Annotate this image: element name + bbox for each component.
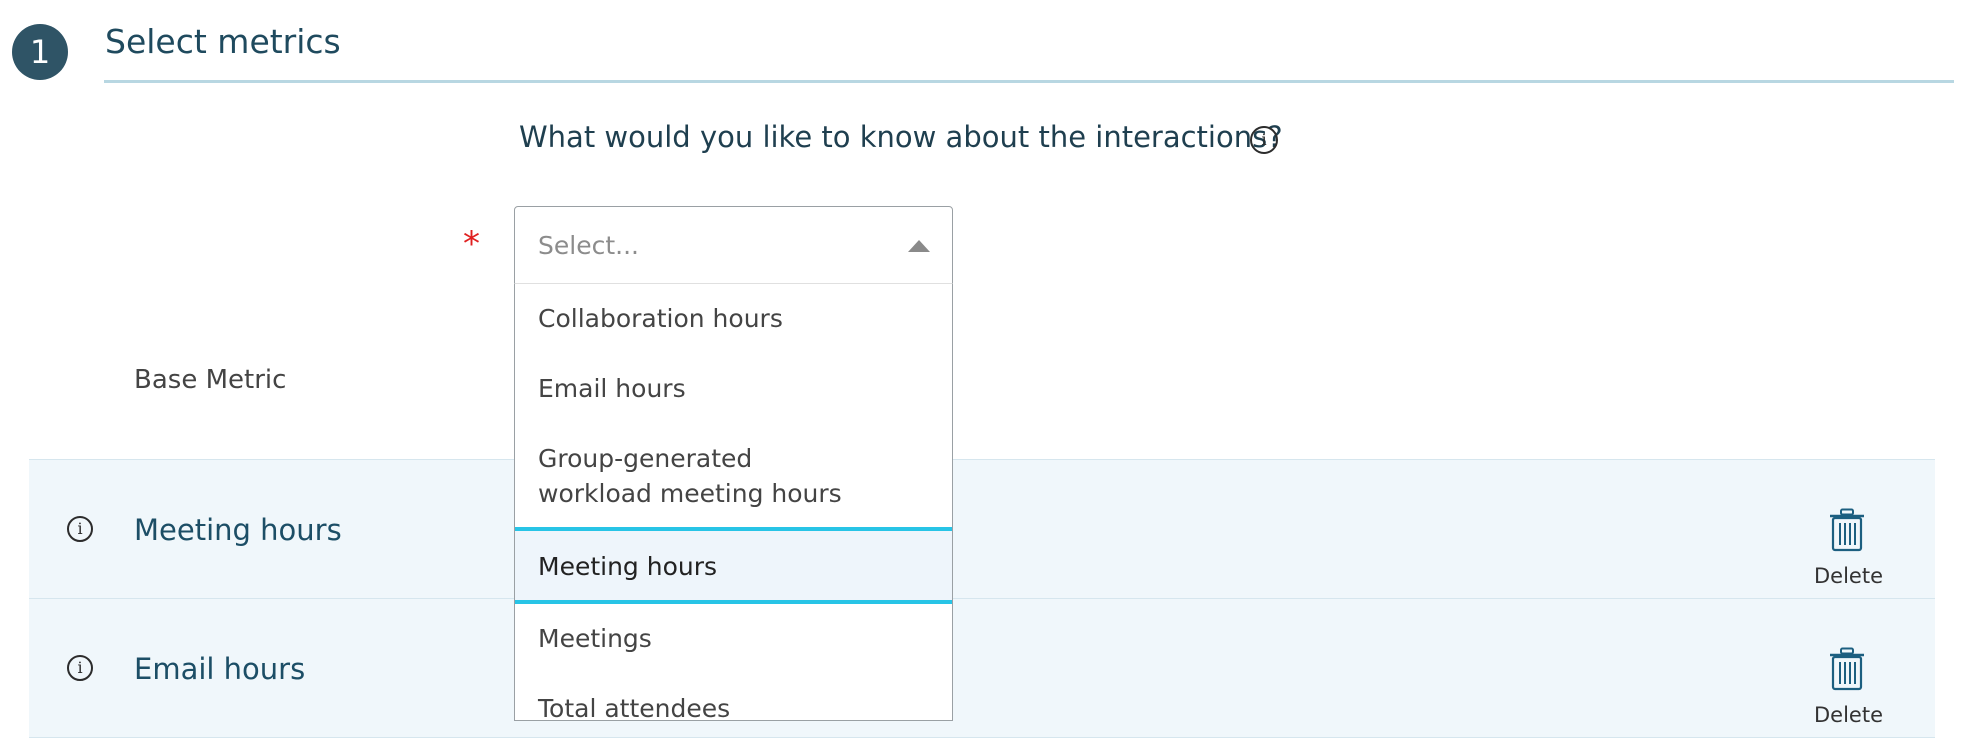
question-label: What would you like to know about the in…: [519, 120, 1283, 154]
dropdown-option[interactable]: Email hours: [515, 371, 952, 406]
step-number-badge: 1: [12, 24, 68, 80]
metric-label: Email hours: [134, 652, 306, 686]
caret-up-icon[interactable]: [908, 240, 930, 252]
dropdown-option[interactable]: Total attendees: [515, 691, 952, 720]
delete-button-label[interactable]: Delete: [1814, 564, 1883, 588]
metric-dropdown-list[interactable]: Collaboration hours Email hours Group-ge…: [514, 283, 953, 721]
dropdown-option[interactable]: Group-generated workload meeting hours: [515, 441, 845, 511]
info-circle-icon[interactable]: i: [1250, 126, 1278, 154]
metric-select[interactable]: Select...: [514, 206, 953, 284]
metrics-page: 1 Select metrics What would you like to …: [0, 0, 1962, 752]
delete-button-label[interactable]: Delete: [1814, 703, 1883, 727]
info-circle-icon[interactable]: i: [67, 655, 93, 681]
dropdown-option-highlighted[interactable]: Meeting hours: [515, 527, 952, 604]
required-asterisk: *: [463, 224, 480, 264]
trash-icon[interactable]: [1829, 508, 1865, 552]
dropdown-option[interactable]: Collaboration hours: [515, 301, 952, 336]
step-title: Select metrics: [105, 22, 341, 61]
info-circle-icon[interactable]: i: [67, 516, 93, 542]
select-placeholder: Select...: [538, 231, 639, 260]
metric-row: i Meeting hours Delete: [29, 459, 1935, 598]
trash-icon[interactable]: [1829, 647, 1865, 691]
step-divider: [104, 80, 1954, 83]
metric-label: Meeting hours: [134, 513, 342, 547]
metric-row: i Email hours Delete: [29, 598, 1935, 738]
dropdown-option[interactable]: Meetings: [515, 621, 952, 656]
base-metric-label: Base Metric: [134, 365, 287, 395]
